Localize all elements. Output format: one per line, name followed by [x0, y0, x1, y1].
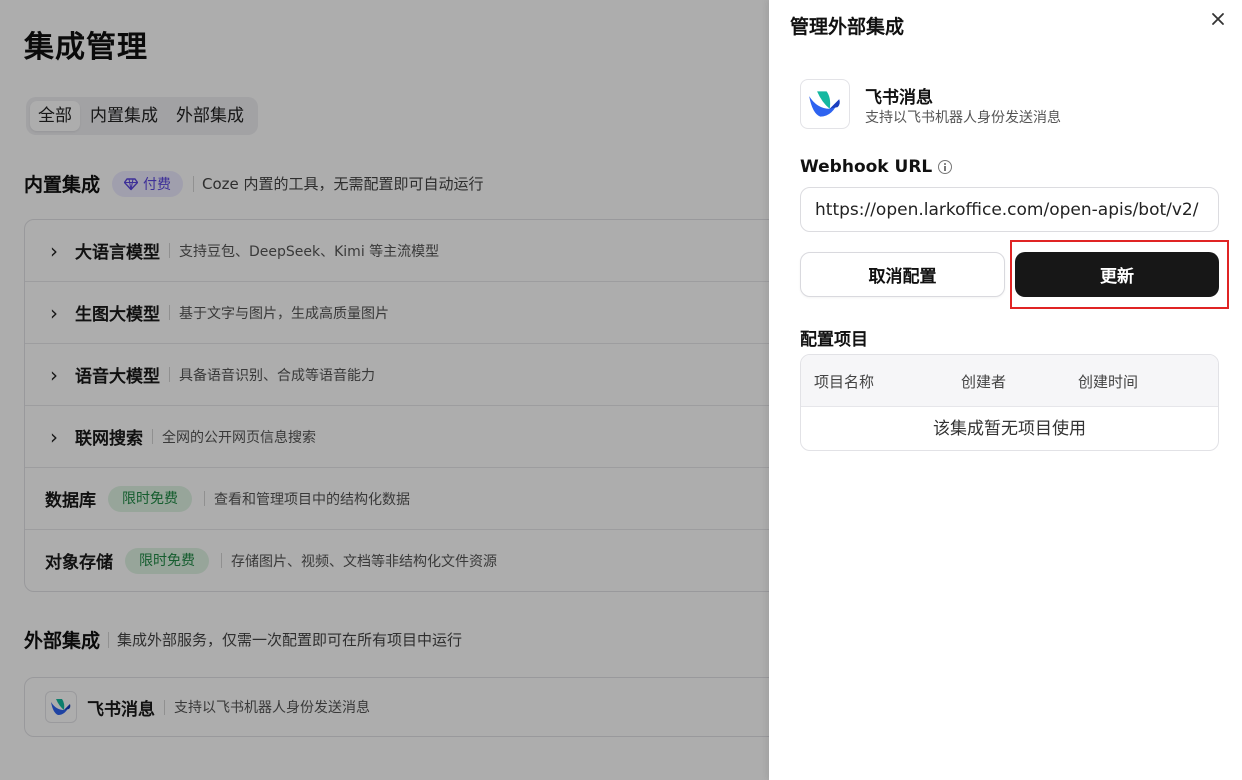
- modal-overlay[interactable]: [0, 0, 769, 780]
- manage-integration-drawer: 管理外部集成 飞书消息 支持以飞书机器人身份发送消息 Webhook URL 取…: [769, 0, 1242, 780]
- webhook-label-text: Webhook URL: [800, 157, 933, 177]
- webhook-label: Webhook URL: [800, 157, 953, 177]
- column-header-created-time: 创建时间: [1078, 373, 1139, 391]
- close-icon[interactable]: [1209, 10, 1227, 28]
- integration-name: 飞书消息: [865, 88, 933, 108]
- table-empty-state: 该集成暂无项目使用: [933, 419, 1086, 439]
- integration-desc: 支持以飞书机器人身份发送消息: [865, 110, 1061, 126]
- webhook-url-input[interactable]: [800, 187, 1219, 232]
- config-projects-table: 项目名称 创建者 创建时间 该集成暂无项目使用: [800, 354, 1219, 451]
- drawer-title: 管理外部集成: [790, 16, 905, 38]
- table-header: 项目名称 创建者 创建时间: [801, 355, 1218, 407]
- column-header-project-name: 项目名称: [814, 373, 875, 391]
- config-projects-title: 配置项目: [800, 330, 868, 350]
- update-button[interactable]: 更新: [1015, 252, 1219, 297]
- cancel-config-button[interactable]: 取消配置: [800, 252, 1005, 297]
- info-icon[interactable]: [938, 160, 953, 174]
- feishu-logo-icon: [800, 79, 850, 129]
- column-header-creator: 创建者: [961, 373, 1007, 391]
